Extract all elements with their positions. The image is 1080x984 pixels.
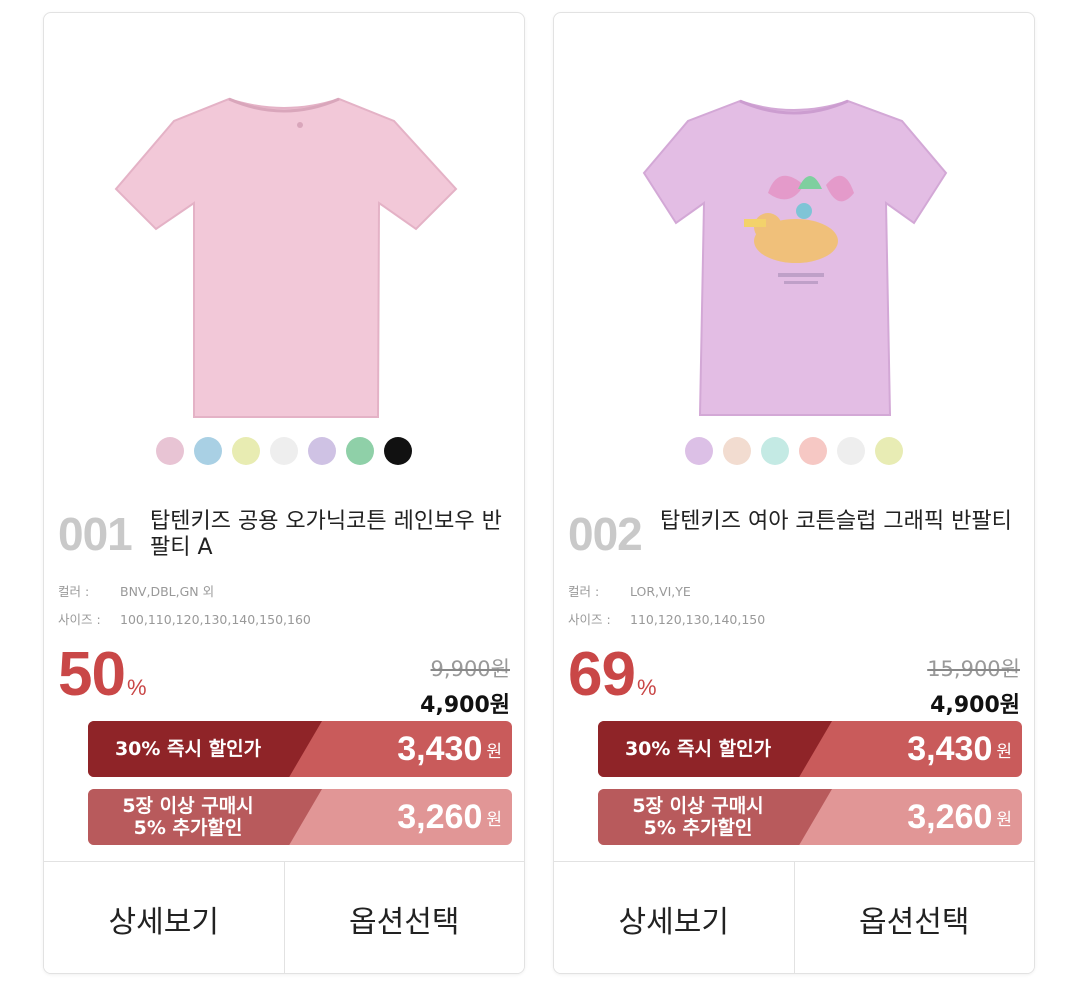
detail-button[interactable]: 상세보기 bbox=[554, 862, 794, 973]
product-title[interactable]: 탑텐키즈 여아 코튼슬럽 그래픽 반팔티 bbox=[660, 509, 1032, 535]
discount-percent: % bbox=[126, 675, 147, 700]
product-image[interactable] bbox=[554, 13, 1034, 433]
sale-price: 4,900원 bbox=[420, 693, 510, 718]
product-number: 001 bbox=[58, 508, 133, 560]
won-unit: 원 bbox=[996, 741, 1012, 762]
color-swatches bbox=[44, 437, 524, 465]
instant-discount-amount: 3,430 bbox=[397, 729, 483, 768]
won-unit: 원 bbox=[486, 809, 502, 830]
bulk-discount-label-line1: 5장 이상 구매시 bbox=[122, 795, 254, 817]
color-info: 컬러 : LOR,VI,YE bbox=[568, 581, 691, 600]
card-actions: 상세보기 옵션선택 bbox=[44, 861, 524, 973]
instant-discount-amount: 3,430 bbox=[907, 729, 993, 768]
color-label: 컬러 : bbox=[58, 584, 90, 599]
bulk-discount-label-line2: 5% 추가할인 bbox=[133, 817, 243, 839]
instant-discount-bar: 30% 즉시 할인가 3,430 원 bbox=[88, 721, 512, 777]
instant-discount-price: 3,430 원 bbox=[907, 721, 1012, 777]
discount-rate: 69% bbox=[568, 639, 657, 710]
bulk-discount-label-line1: 5장 이상 구매시 bbox=[632, 795, 764, 817]
original-price: 9,900원 bbox=[430, 657, 510, 681]
size-info: 사이즈 : 110,120,130,140,150 bbox=[568, 609, 765, 628]
color-value: BNV,DBL,GN 외 bbox=[120, 584, 215, 599]
bulk-discount-amount: 3,260 bbox=[907, 797, 993, 836]
discount-percent: % bbox=[636, 675, 657, 700]
color-swatch[interactable] bbox=[270, 437, 298, 465]
tshirt-image bbox=[114, 97, 458, 418]
sale-price: 4,900원 bbox=[930, 693, 1020, 718]
color-swatches bbox=[554, 437, 1034, 465]
product-title[interactable]: 탑텐키즈 공용 오가닉코튼 레인보우 반팔티 A bbox=[150, 509, 522, 561]
color-swatch[interactable] bbox=[685, 437, 713, 465]
color-label: 컬러 : bbox=[568, 584, 600, 599]
card-actions: 상세보기 옵션선택 bbox=[554, 861, 1034, 973]
discount-rate: 50% bbox=[58, 639, 147, 710]
color-swatch[interactable] bbox=[232, 437, 260, 465]
instant-discount-bar: 30% 즉시 할인가 3,430 원 bbox=[598, 721, 1022, 777]
option-select-button[interactable]: 옵션선택 bbox=[283, 862, 524, 973]
size-value: 100,110,120,130,140,150,160 bbox=[120, 612, 311, 627]
color-swatch[interactable] bbox=[156, 437, 184, 465]
size-label: 사이즈 : bbox=[568, 612, 611, 627]
instant-discount-label: 30% 즉시 할인가 bbox=[624, 738, 772, 760]
color-swatch[interactable] bbox=[346, 437, 374, 465]
color-swatch[interactable] bbox=[723, 437, 751, 465]
size-info: 사이즈 : 100,110,120,130,140,150,160 bbox=[58, 609, 311, 628]
bulk-discount-label-line2: 5% 추가할인 bbox=[643, 817, 753, 839]
bulk-discount-price: 3,260 원 bbox=[907, 789, 1012, 845]
discount-number: 69 bbox=[568, 640, 636, 709]
instant-discount-label: 30% 즉시 할인가 bbox=[114, 738, 262, 760]
instant-discount-price: 3,430 원 bbox=[397, 721, 502, 777]
tshirt-image bbox=[642, 99, 948, 416]
option-select-button[interactable]: 옵션선택 bbox=[793, 862, 1034, 973]
color-value: LOR,VI,YE bbox=[630, 584, 691, 599]
original-price: 15,900원 bbox=[927, 657, 1020, 681]
product-card[interactable]: 001 탑텐키즈 공용 오가닉코튼 레인보우 반팔티 A 컬러 : BNV,DBL… bbox=[43, 12, 525, 974]
color-info: 컬러 : BNV,DBL,GN 외 bbox=[58, 581, 214, 600]
bulk-discount-label: 5장 이상 구매시 5% 추가할인 bbox=[598, 789, 798, 845]
bulk-discount-label: 5장 이상 구매시 5% 추가할인 bbox=[88, 789, 288, 845]
discount-number: 50 bbox=[58, 640, 126, 709]
bulk-discount-bar: 5장 이상 구매시 5% 추가할인 3,260 원 bbox=[598, 789, 1022, 845]
bulk-discount-amount: 3,260 bbox=[397, 797, 483, 836]
color-swatch[interactable] bbox=[837, 437, 865, 465]
won-unit: 원 bbox=[996, 809, 1012, 830]
won-unit: 원 bbox=[486, 741, 502, 762]
product-image[interactable] bbox=[44, 13, 524, 433]
color-swatch[interactable] bbox=[308, 437, 336, 465]
detail-button[interactable]: 상세보기 bbox=[44, 862, 284, 973]
bulk-discount-bar: 5장 이상 구매시 5% 추가할인 3,260 원 bbox=[88, 789, 512, 845]
color-swatch[interactable] bbox=[194, 437, 222, 465]
size-label: 사이즈 : bbox=[58, 612, 101, 627]
size-value: 110,120,130,140,150 bbox=[630, 612, 766, 627]
product-card[interactable]: 002 탑텐키즈 여아 코튼슬럽 그래픽 반팔티 컬러 : LOR,VI,YE 사… bbox=[553, 12, 1035, 974]
color-swatch[interactable] bbox=[384, 437, 412, 465]
color-swatch[interactable] bbox=[875, 437, 903, 465]
bulk-discount-price: 3,260 원 bbox=[397, 789, 502, 845]
color-swatch[interactable] bbox=[761, 437, 789, 465]
product-number: 002 bbox=[568, 508, 643, 560]
color-swatch[interactable] bbox=[799, 437, 827, 465]
